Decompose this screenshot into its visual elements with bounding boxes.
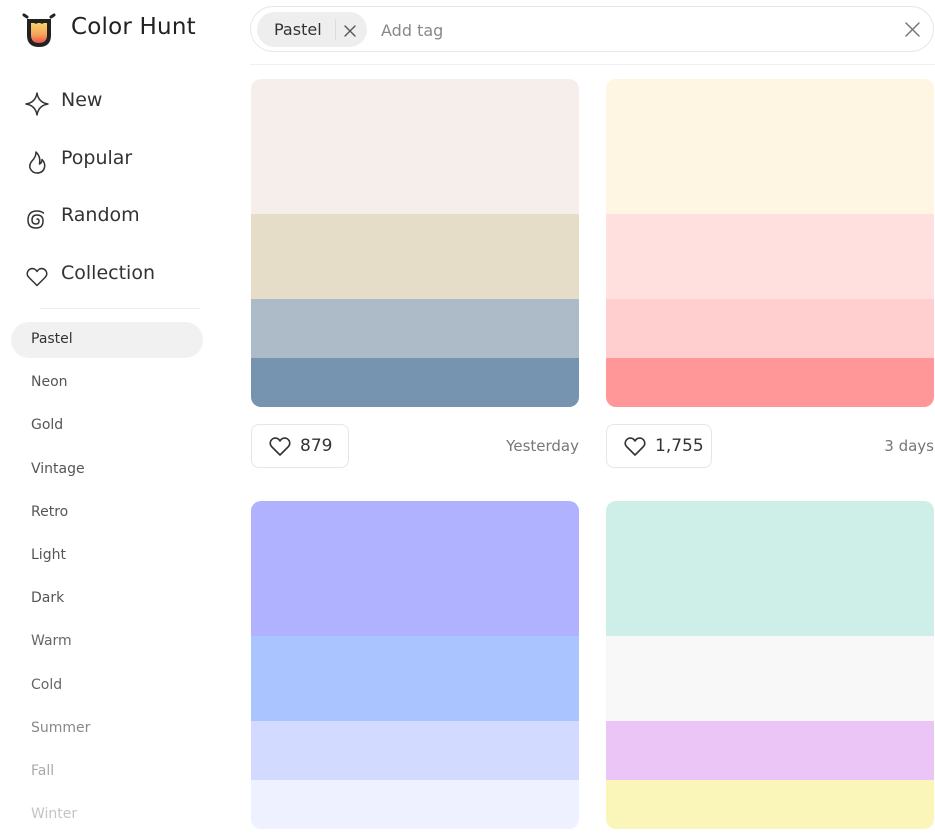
nav-popular[interactable]: Popular — [25, 143, 225, 179]
tag-fall[interactable]: Fall — [11, 754, 203, 790]
palette-card[interactable] — [606, 79, 934, 407]
tag-neon[interactable]: Neon — [11, 365, 203, 401]
color-hunt-logo-icon[interactable] — [21, 9, 57, 51]
tag-winter[interactable]: Winter — [11, 797, 203, 833]
tag-light[interactable]: Light — [11, 538, 203, 574]
nav-label-random: Random — [61, 204, 140, 226]
tag-gold[interactable]: Gold — [11, 408, 203, 444]
palette-card[interactable] — [606, 501, 934, 829]
tag-label: Dark — [31, 590, 65, 606]
remove-tag-icon[interactable] — [343, 23, 357, 37]
palette-color-swatch[interactable] — [606, 358, 934, 407]
palette-date: 3 days — [884, 437, 934, 455]
tag-label: Cold — [31, 677, 63, 693]
clear-search-icon[interactable] — [904, 21, 921, 38]
tag-vintage[interactable]: Vintage — [11, 452, 203, 488]
nav-label-popular: Popular — [61, 147, 133, 169]
sparkle-icon — [25, 92, 49, 116]
tag-label: Vintage — [31, 461, 85, 477]
palette-color-swatch[interactable] — [251, 780, 579, 829]
tag-label: Winter — [31, 806, 78, 822]
like-button[interactable]: 879 — [251, 424, 349, 468]
tag-pastel[interactable]: Pastel — [11, 322, 203, 358]
tag-search-bar[interactable]: Pastel — [250, 6, 934, 52]
palette-color-swatch[interactable] — [251, 79, 579, 214]
chip-divider — [335, 19, 336, 40]
flame-icon — [25, 150, 49, 174]
header-divider — [250, 64, 935, 65]
nav-random[interactable]: Random — [25, 200, 225, 236]
tag-label: Fall — [31, 763, 55, 779]
palette-color-swatch[interactable] — [606, 79, 934, 214]
tag-warm[interactable]: Warm — [11, 624, 203, 660]
palette-color-swatch[interactable] — [606, 721, 934, 780]
like-count: 1,755 — [655, 436, 704, 456]
palette-color-swatch[interactable] — [251, 214, 579, 299]
selected-tag-label: Pastel — [274, 20, 322, 39]
sidebar-divider — [40, 308, 200, 309]
tag-cold[interactable]: Cold — [11, 668, 203, 704]
nav-collection[interactable]: Collection — [25, 258, 225, 294]
nav-label-collection: Collection — [61, 262, 155, 284]
palette-color-swatch[interactable] — [606, 299, 934, 358]
like-button[interactable]: 1,755 — [606, 424, 712, 468]
palette-color-swatch[interactable] — [251, 299, 579, 358]
palette-color-swatch[interactable] — [251, 358, 579, 407]
tag-label: Retro — [31, 504, 69, 520]
palette-card[interactable] — [251, 501, 579, 829]
palette-color-swatch[interactable] — [251, 501, 579, 636]
tag-label: Summer — [31, 720, 91, 736]
tag-dark[interactable]: Dark — [11, 581, 203, 617]
palette-color-swatch[interactable] — [606, 214, 934, 299]
tag-label: Pastel — [31, 331, 73, 347]
spiral-icon — [25, 207, 49, 231]
selected-tag-chip[interactable]: Pastel — [257, 12, 367, 47]
tag-summer[interactable]: Summer — [11, 711, 203, 747]
tag-label: Warm — [31, 633, 72, 649]
brand-name[interactable]: Color Hunt — [71, 14, 196, 40]
palette-color-swatch[interactable] — [606, 501, 934, 636]
palette-color-swatch[interactable] — [606, 636, 934, 721]
nav-new[interactable]: New — [25, 85, 225, 121]
palette-color-swatch[interactable] — [251, 636, 579, 721]
nav-label-new: New — [61, 89, 103, 111]
add-tag-input[interactable] — [381, 13, 861, 47]
like-count: 879 — [300, 436, 333, 456]
palette-color-swatch[interactable] — [606, 780, 934, 829]
tag-retro[interactable]: Retro — [11, 495, 203, 531]
palette-date: Yesterday — [506, 437, 579, 455]
palette-color-swatch[interactable] — [251, 721, 579, 780]
heart-icon — [268, 435, 292, 457]
tag-label: Light — [31, 547, 66, 563]
heart-icon — [25, 265, 49, 289]
tag-label: Neon — [31, 374, 68, 390]
palette-card[interactable] — [251, 79, 579, 407]
heart-icon — [623, 435, 647, 457]
tag-label: Gold — [31, 417, 64, 433]
